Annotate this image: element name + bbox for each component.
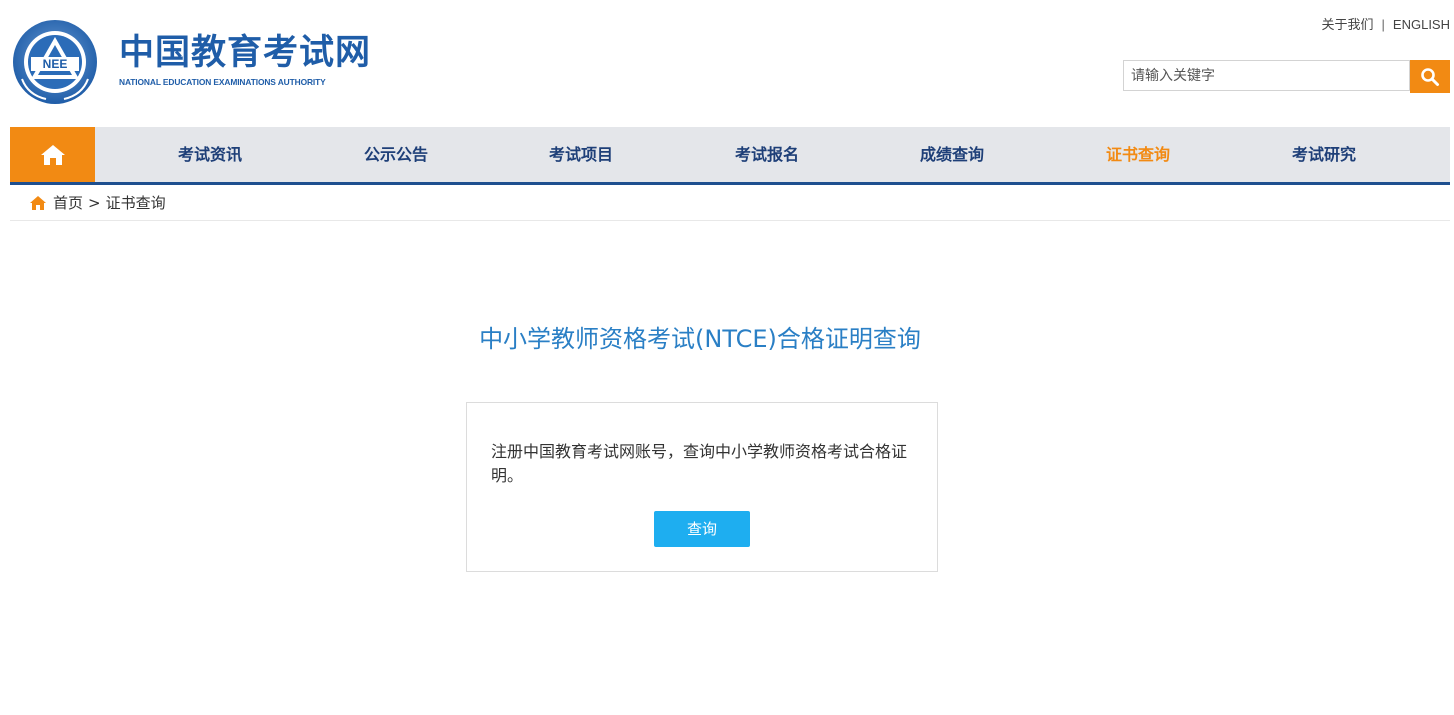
english-link[interactable]: ENGLISH bbox=[1393, 17, 1450, 32]
nav-home-button[interactable] bbox=[10, 127, 95, 182]
emblem-text: NEE bbox=[43, 57, 68, 71]
query-description: 注册中国教育考试网账号，查询中小学教师资格考试合格证明。 bbox=[491, 442, 908, 485]
search-button[interactable] bbox=[1410, 60, 1450, 93]
top-links-separator: | bbox=[1381, 17, 1385, 32]
nav-item-exam-projects[interactable]: 考试项目 bbox=[511, 127, 651, 182]
site-header: NEE 中国教育考试网 NATIONAL EDUCATION EXAMINATI… bbox=[0, 0, 1454, 127]
top-links: 关于我们 | ENGLISH bbox=[1322, 14, 1450, 33]
breadcrumb: 首页 > 证书查询 bbox=[10, 185, 1450, 221]
search-icon bbox=[1421, 67, 1439, 86]
site-name-cn[interactable]: 中国教育考试网 bbox=[119, 34, 371, 72]
home-icon bbox=[29, 195, 47, 211]
main-nav: 考试资讯 公示公告 考试项目 考试报名 成绩查询 证书查询 考试研究 bbox=[10, 127, 1450, 185]
nav-item-exam-research[interactable]: 考试研究 bbox=[1254, 127, 1394, 182]
breadcrumb-current: 证书查询 bbox=[105, 194, 166, 212]
nav-item-score-query[interactable]: 成绩查询 bbox=[882, 127, 1022, 182]
page-title: 中小学教师资格考试(NTCE)合格证明查询 bbox=[479, 325, 921, 353]
breadcrumb-separator: > bbox=[88, 193, 101, 212]
site-name-en: NATIONAL EDUCATION EXAMINATIONS AUTHORIT… bbox=[119, 77, 326, 87]
search-input[interactable] bbox=[1124, 61, 1409, 90]
query-button[interactable]: 查询 bbox=[654, 511, 750, 547]
about-us-link[interactable]: 关于我们 bbox=[1322, 17, 1374, 32]
breadcrumb-home-link[interactable]: 首页 bbox=[53, 192, 83, 213]
nee-emblem-logo[interactable]: NEE bbox=[10, 19, 100, 105]
query-panel: 注册中国教育考试网账号，查询中小学教师资格考试合格证明。 查询 bbox=[466, 402, 938, 572]
nav-item-certificate-query[interactable]: 证书查询 bbox=[1068, 127, 1208, 182]
home-icon bbox=[40, 144, 65, 165]
nav-item-exam-registration[interactable]: 考试报名 bbox=[697, 127, 837, 182]
search-box bbox=[1123, 60, 1410, 91]
nav-item-announcements[interactable]: 公示公告 bbox=[326, 127, 466, 182]
nav-item-exam-news[interactable]: 考试资讯 bbox=[140, 127, 280, 182]
